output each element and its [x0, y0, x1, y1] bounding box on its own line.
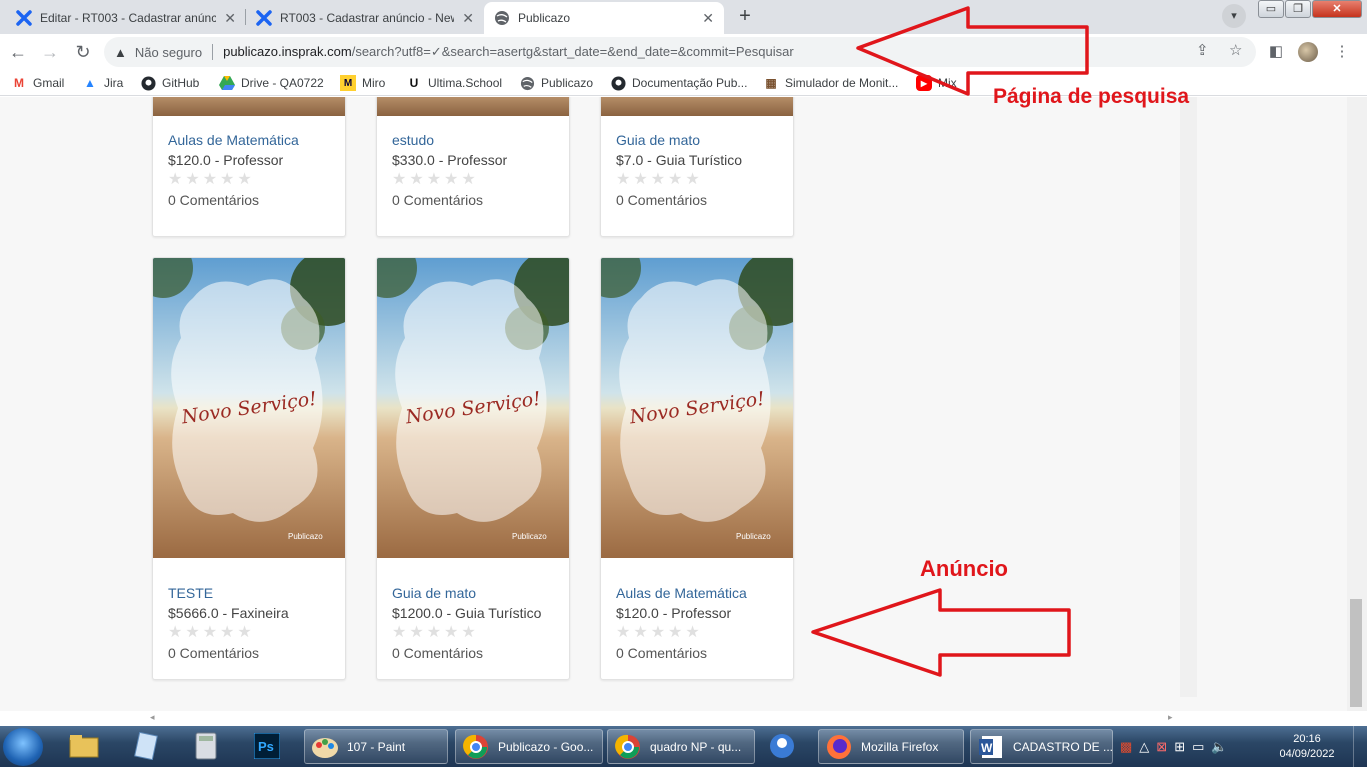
clock-time: 20:16: [1293, 733, 1321, 745]
annotation-arrow-search: [856, 6, 1089, 96]
chrome-icon: [614, 733, 642, 761]
system-tray: ▩ △ ⊠ ⊞ ▭ 🔈: [1120, 732, 1228, 762]
taskbar-publicazo[interactable]: Publicazo - Goo...: [455, 729, 603, 764]
svg-text:W: W: [981, 741, 993, 755]
word-icon: W: [977, 733, 1005, 761]
chrome-icon: [462, 733, 490, 761]
taskbar-label: Mozilla Firefox: [861, 739, 939, 754]
drive-sync-icon[interactable]: △: [1139, 739, 1149, 755]
firefox-icon: [825, 733, 853, 761]
annotation-layer: [811, 6, 1089, 677]
annotation-search-page: Página de pesquisa: [993, 85, 1190, 108]
taskbar-word[interactable]: W CADASTRO DE ...: [970, 729, 1113, 764]
taskbar-label: CADASTRO DE ...: [1013, 739, 1113, 754]
network-error-icon[interactable]: ⊠: [1156, 739, 1167, 755]
paint-icon: [311, 733, 339, 761]
taskbar-clock[interactable]: 20:16 04/09/2022: [1272, 732, 1342, 762]
annotation-ad: Anúncio: [920, 556, 1008, 581]
taskbar-quadro-np[interactable]: quadro NP - qu...: [607, 729, 755, 764]
annotation-arrow-ad: [811, 588, 1071, 677]
calculator-icon[interactable]: [186, 730, 226, 762]
taskbar-label: quadro NP - qu...: [650, 739, 742, 754]
volume-icon[interactable]: 🔈: [1211, 739, 1227, 755]
explorer-icon[interactable]: [64, 730, 104, 762]
display-icon[interactable]: ▭: [1192, 739, 1204, 755]
clock-date: 04/09/2022: [1279, 748, 1335, 760]
taskbar-label: 107 - Paint: [347, 739, 406, 754]
svg-text:Ps: Ps: [258, 739, 274, 754]
taskbar-paint[interactable]: 107 - Paint: [304, 729, 448, 764]
tray-app-icon[interactable]: ▩: [1120, 739, 1132, 755]
notepad-icon[interactable]: [126, 730, 166, 762]
start-button[interactable]: [3, 728, 43, 766]
taskbar-firefox[interactable]: Mozilla Firefox: [818, 729, 964, 764]
messenger-icon[interactable]: [762, 730, 802, 762]
taskbar-label: Publicazo - Goo...: [498, 739, 594, 754]
usb-icon[interactable]: ⊞: [1174, 739, 1185, 755]
photoshop-icon[interactable]: Ps: [247, 730, 287, 762]
windows-taskbar: Ps 107 - Paint Publicazo - Goo... quadro…: [0, 726, 1367, 767]
show-desktop-button[interactable]: [1353, 726, 1367, 767]
